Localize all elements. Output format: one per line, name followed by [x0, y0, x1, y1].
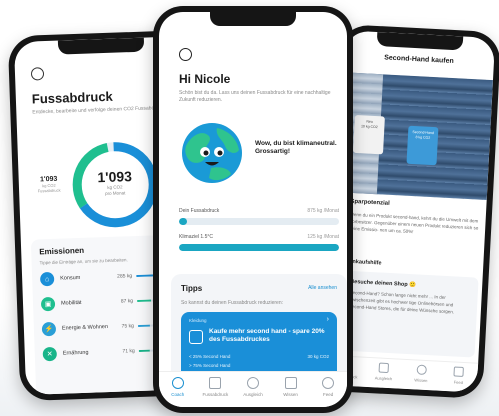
metric-track: [179, 244, 339, 251]
emission-bar-fill: [138, 349, 150, 352]
section-title-savings: Sparpotenzial: [350, 198, 390, 207]
phone-coach: Hi Nicole Schön bist du da. Lass uns dei…: [153, 6, 353, 413]
tab-label: Feed: [453, 379, 464, 385]
tab-ausgleich[interactable]: Ausgleich: [369, 362, 398, 388]
greeting: Hi Nicole: [179, 72, 231, 86]
metric-fill: [179, 218, 187, 225]
tab-fussabdruck[interactable]: Fussabdruck: [197, 377, 233, 407]
screen-coach: Hi Nicole Schön bist du da. Lass uns dei…: [159, 12, 347, 407]
shop-card-text: Second-Hand? Schon lange nicht mehr ... …: [348, 289, 455, 315]
ring-center: 1'093 kg CO2 pro Monat: [68, 167, 161, 197]
price-tag-new: Neu 10 kg CO2: [352, 114, 385, 155]
tab-label: Wissen: [414, 377, 428, 384]
feed-icon: [322, 377, 335, 389]
tab-label: Coach: [171, 392, 185, 397]
tips-subtitle: So kannst du deinen Fussabdruck reduzier…: [181, 300, 284, 306]
tip-row: < 25% Second Hand 30 kg CO2: [189, 352, 329, 361]
tab-label: Feed: [323, 392, 334, 397]
cart-icon: ⌂: [39, 271, 55, 287]
tip-row: > 75% Second Hand: [189, 361, 329, 370]
tip-row-right: 30 kg CO2: [307, 354, 329, 359]
tab-feed[interactable]: Feed: [310, 377, 346, 407]
emission-label: Mobilität: [60, 299, 82, 307]
footprint-icon: [209, 377, 222, 389]
page-title: Fussabdruck: [31, 88, 114, 107]
knowledge-icon: [416, 364, 427, 376]
energy-icon: ⚡: [41, 321, 57, 337]
tab-feed[interactable]: Feed: [444, 366, 473, 392]
tip-row-left: > 75% Second Hand: [189, 363, 231, 368]
earth-icon: [182, 123, 242, 183]
emission-bar-fill: [137, 324, 150, 327]
profile-icon[interactable]: [179, 48, 192, 61]
metric-head: Dein Fussabdruck 875 kg /Monat: [179, 208, 339, 214]
tab-wissen[interactable]: Wissen: [273, 377, 309, 407]
tab-label: Ausgleich: [374, 375, 393, 382]
tab-wissen[interactable]: Wissen: [406, 364, 435, 390]
earth-message: Wow, du bist klimaneutral. Grossartig!: [255, 140, 337, 155]
emission-value: 87 kg: [120, 298, 134, 305]
metric-value: 875 kg /Monat: [307, 208, 339, 214]
emission-bar-fill: [136, 299, 152, 303]
phone-notch: [376, 31, 464, 51]
coach-icon: [171, 377, 184, 389]
emission-value: 75 kg: [121, 323, 134, 330]
tab-label: Wissen: [283, 392, 298, 397]
stage: Fussabdruck Entdecke, bearbeite und verf…: [0, 0, 499, 416]
tips-card: Tipps Alle ansehen So kannst du deinen F…: [171, 274, 347, 384]
tips-title: Tipps: [181, 284, 203, 293]
tab-ausgleich[interactable]: Ausgleich: [235, 377, 271, 407]
price-tag-value: 10 kg CO2: [360, 124, 378, 130]
metric-fill: [179, 244, 339, 251]
tip-category: Kleidung: [189, 318, 207, 323]
metric-label: Klimaziel 1.5°C: [179, 234, 213, 240]
tip-row-left: < 25% Second Hand: [189, 354, 231, 359]
emission-value: 285 kg: [117, 273, 133, 280]
see-all-link[interactable]: Alle ansehen: [308, 285, 337, 291]
emission-label: Ernährung: [62, 349, 89, 357]
side-label: Fussabdruck: [37, 187, 61, 194]
metric-climate-goal: Klimaziel 1.5°C 125 kg /Monat: [179, 234, 339, 251]
food-icon: ✕: [42, 346, 58, 362]
phone-notch: [57, 37, 145, 55]
car-icon: ▣: [40, 296, 56, 312]
page-title: Second-Hand kaufen: [384, 54, 454, 66]
metric-value: 125 kg /Monat: [307, 234, 339, 240]
footprint-ring-chart: 1'093 kg CO2 pro Monat: [67, 137, 162, 232]
profile-icon[interactable]: [30, 67, 45, 81]
side-summary: 1'093 kg CO2 Fussabdruck: [29, 175, 70, 194]
metric-label: Dein Fussabdruck: [179, 208, 220, 214]
earth-pupil: [203, 150, 209, 156]
offset-icon: [246, 377, 259, 389]
tab-label: Fussabdruck: [202, 392, 229, 397]
emission-label: Energie & Wohnen: [61, 324, 109, 332]
shirt-icon: [189, 330, 203, 344]
metric-track: [179, 218, 339, 225]
offset-icon: [378, 362, 390, 374]
emission-value: 71 kg: [122, 348, 135, 355]
greeting-subtitle: Schön bist du da. Lass uns deinen Fussab…: [179, 90, 331, 103]
shop-card[interactable]: Besuche deinen Shop 🙂 Second-Hand? Schon…: [338, 270, 479, 358]
tab-label: Ausgleich: [243, 392, 263, 397]
phone-notch: [210, 12, 296, 26]
price-tag-second-hand: Second-Hand 8 kg CO2: [406, 125, 439, 166]
section-text-savings: Wenn du ein Produkt second-hand, kehrt d…: [348, 211, 479, 235]
feed-icon: [453, 366, 465, 377]
knowledge-icon: [284, 377, 297, 389]
metric-footprint: Dein Fussabdruck 875 kg /Monat: [179, 208, 339, 225]
emission-label: Konsum: [60, 274, 81, 282]
tip-rows: < 25% Second Hand 30 kg CO2 > 75% Second…: [189, 352, 329, 370]
tab-coach[interactable]: Coach: [160, 377, 196, 407]
chevron-right-icon: ›: [326, 316, 329, 323]
tab-bar: Coach Fussabdruck Ausgleich Wissen Feed: [159, 371, 347, 407]
metric-head: Klimaziel 1.5°C 125 kg /Monat: [179, 234, 339, 240]
tip-text: Kaufe mehr second hand - spare 20% des F…: [209, 328, 325, 343]
earth-pupil: [217, 150, 223, 156]
